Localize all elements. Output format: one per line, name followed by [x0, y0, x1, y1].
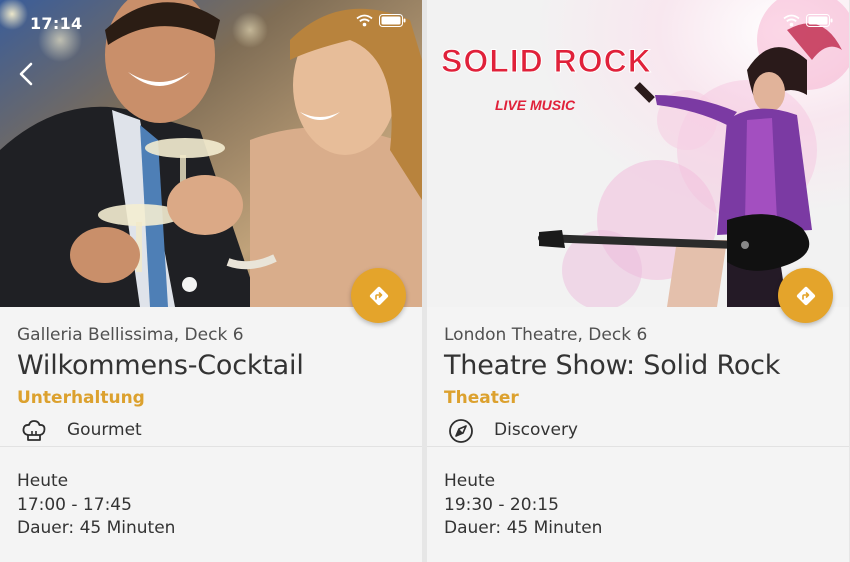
navigate-button[interactable]: [778, 268, 833, 323]
event-card-solid-rock: SOLID ROCK LIVE MUSIC London Theatre, De…: [427, 0, 849, 562]
solid-rock-poster: SOLID ROCK LIVE MUSIC: [427, 0, 849, 307]
event-hero-photo: [0, 0, 422, 307]
event-day: Heute: [444, 471, 496, 491]
event-duration: Dauer: 45 Minuten: [17, 518, 176, 538]
event-day: Heute: [17, 471, 69, 491]
status-time: 17:14: [30, 14, 83, 33]
event-tag: Discovery: [427, 415, 849, 445]
event-category: Unterhaltung: [17, 388, 145, 408]
event-time-range: 19:30 - 20:15: [444, 494, 559, 515]
event-title: Theatre Show: Solid Rock: [444, 350, 781, 381]
event-time-range: 17:00 - 17:45: [17, 494, 132, 515]
event-tag: Gourmet: [0, 415, 422, 445]
directions-icon: [369, 286, 388, 305]
chevron-left-icon: [19, 62, 33, 86]
divider: [0, 446, 422, 447]
directions-icon: [796, 286, 815, 305]
event-tag-label: Gourmet: [67, 420, 142, 440]
status-icons: [356, 14, 406, 27]
event-tag-label: Discovery: [494, 420, 578, 440]
status-icons: [783, 14, 833, 27]
event-hero-poster: SOLID ROCK LIVE MUSIC: [427, 0, 849, 307]
navigate-button[interactable]: [351, 268, 406, 323]
battery-icon: [806, 14, 833, 27]
battery-icon: [379, 14, 406, 27]
event-title: Wilkommens-Cocktail: [17, 350, 304, 381]
event-venue: London Theatre, Deck 6: [444, 325, 648, 345]
divider: [427, 446, 849, 447]
chef-hat-icon: [22, 420, 46, 441]
wifi-icon: [356, 14, 373, 27]
compass-icon: [449, 419, 473, 443]
poster-headline: SOLID ROCK: [441, 43, 652, 79]
event-schedule: Heute 17:00 - 17:45 Dauer: 45 Minuten: [17, 470, 175, 541]
back-button[interactable]: [14, 60, 42, 88]
event-card-cocktail: 17:14 Galleria Bellissima, Deck 6 Wilkom…: [0, 0, 422, 562]
cocktail-party-photo: [0, 0, 422, 307]
event-duration: Dauer: 45 Minuten: [444, 518, 603, 538]
event-schedule: Heute 19:30 - 20:15 Dauer: 45 Minuten: [444, 470, 602, 541]
event-venue: Galleria Bellissima, Deck 6: [17, 325, 244, 345]
carousel-page-indicator: [182, 277, 197, 292]
poster-subline: LIVE MUSIC: [495, 97, 576, 113]
event-category: Theater: [444, 388, 519, 408]
wifi-icon: [783, 14, 800, 27]
